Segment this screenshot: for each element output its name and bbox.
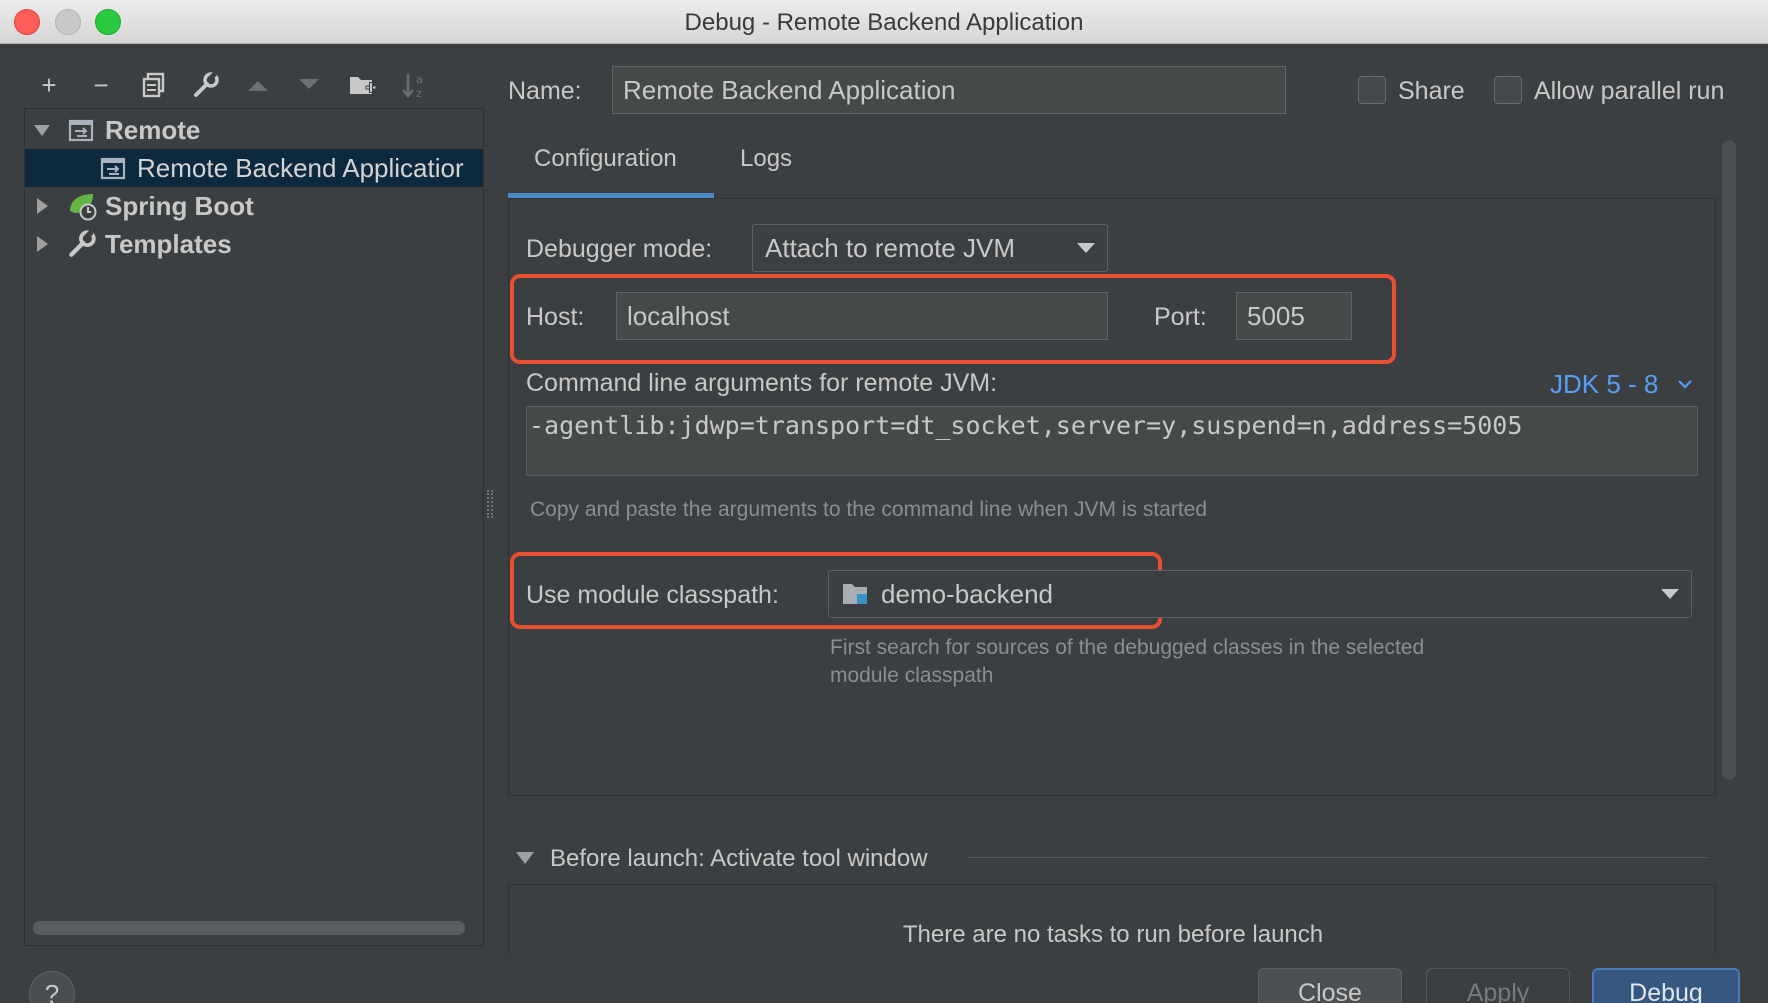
move-down-icon[interactable] [292,68,326,102]
module-classpath-value: demo-backend [881,578,1053,609]
no-tasks-message: There are no tasks to run before launch [902,921,1324,948]
debugger-mode-value: Attach to remote JVM [765,232,1015,263]
remove-icon[interactable]: − [84,68,118,102]
remote-icon [67,115,97,145]
jdk-version-link[interactable]: JDK 5 - 8 [1550,369,1658,400]
allow-parallel-run-label: Allow parallel run [1534,77,1725,105]
copy-icon[interactable] [137,68,171,102]
debug-button[interactable]: Debug [1592,968,1740,1003]
collapsed-arrow-icon[interactable] [33,197,53,217]
tree-label-remote-backend-application: Remote Backend Applicatior [137,152,464,183]
configuration-tree[interactable]: Remote Remote Backend Applicatior Spring… [24,108,484,946]
host-label: Host: [526,303,585,331]
command-line-label: Command line arguments for remote JVM: [526,369,998,397]
svg-text:a: a [416,73,423,86]
expanded-arrow-icon[interactable] [33,121,53,141]
debugger-mode-label: Debugger mode: [526,235,713,263]
title-bar: Debug - Remote Backend Application [0,0,1768,44]
chevron-down-icon [1077,243,1095,253]
allow-parallel-run-checkbox[interactable] [1494,76,1522,104]
chevron-down-icon[interactable] [1676,377,1694,391]
name-input[interactable]: Remote Backend Application [612,66,1286,114]
before-launch-tasks-list[interactable]: There are no tasks to run before launch [508,884,1716,954]
wrench-icon [67,229,97,259]
tab-configuration[interactable]: Configuration [534,145,677,173]
apply-button[interactable]: Apply [1426,968,1570,1003]
close-button[interactable]: Close [1258,968,1402,1003]
tree-label-remote: Remote [105,114,201,145]
wrench-icon[interactable] [189,68,223,102]
module-classpath-hint-line1: First search for sources of the debugged… [830,636,1425,659]
module-folder-icon [843,584,867,604]
help-button[interactable]: ? [29,971,75,1003]
tree-item-remote[interactable]: Remote [25,111,483,149]
tree-label-spring-boot: Spring Boot [105,190,254,221]
window-title: Debug - Remote Backend Application [684,9,1084,36]
debugger-mode-select[interactable]: Attach to remote JVM [752,224,1108,272]
share-checkbox[interactable] [1358,76,1386,104]
remote-config-icon [99,153,129,183]
command-line-arguments-field[interactable]: -agentlib:jdwp=transport=dt_socket,serve… [526,406,1698,476]
move-up-icon[interactable] [241,68,275,102]
sort-icon[interactable]: az [397,68,431,102]
tree-item-remote-backend-application[interactable]: Remote Backend Applicatior [25,149,483,187]
share-label: Share [1398,77,1465,105]
tree-horizontal-scrollbar[interactable] [33,921,465,935]
port-label: Port: [1154,303,1207,331]
collapse-arrow-icon[interactable] [515,850,535,866]
form-vertical-scrollbar[interactable] [1722,140,1736,780]
host-input[interactable]: localhost [616,292,1108,340]
before-launch-label[interactable]: Before launch: Activate tool window [550,845,928,873]
tab-logs[interactable]: Logs [740,145,792,173]
port-input[interactable]: 5005 [1236,292,1352,340]
module-classpath-hint-line2: module classpath [830,664,994,687]
name-label: Name: [508,77,582,105]
tree-label-templates: Templates [105,228,232,259]
spring-boot-icon [67,191,97,221]
module-classpath-label: Use module classpath: [526,581,779,609]
tree-item-spring-boot[interactable]: Spring Boot [25,187,483,225]
new-folder-icon[interactable] [345,68,379,102]
command-line-hint: Copy and paste the arguments to the comm… [530,498,1208,521]
module-classpath-select[interactable]: demo-backend [828,570,1692,618]
collapsed-arrow-icon[interactable] [33,235,53,255]
splitter-handle[interactable] [487,490,493,518]
tree-item-templates[interactable]: Templates [25,225,483,263]
add-icon[interactable]: + [32,68,66,102]
chevron-down-icon [1661,589,1679,599]
section-divider [968,857,1708,858]
svg-text:z: z [416,87,422,99]
